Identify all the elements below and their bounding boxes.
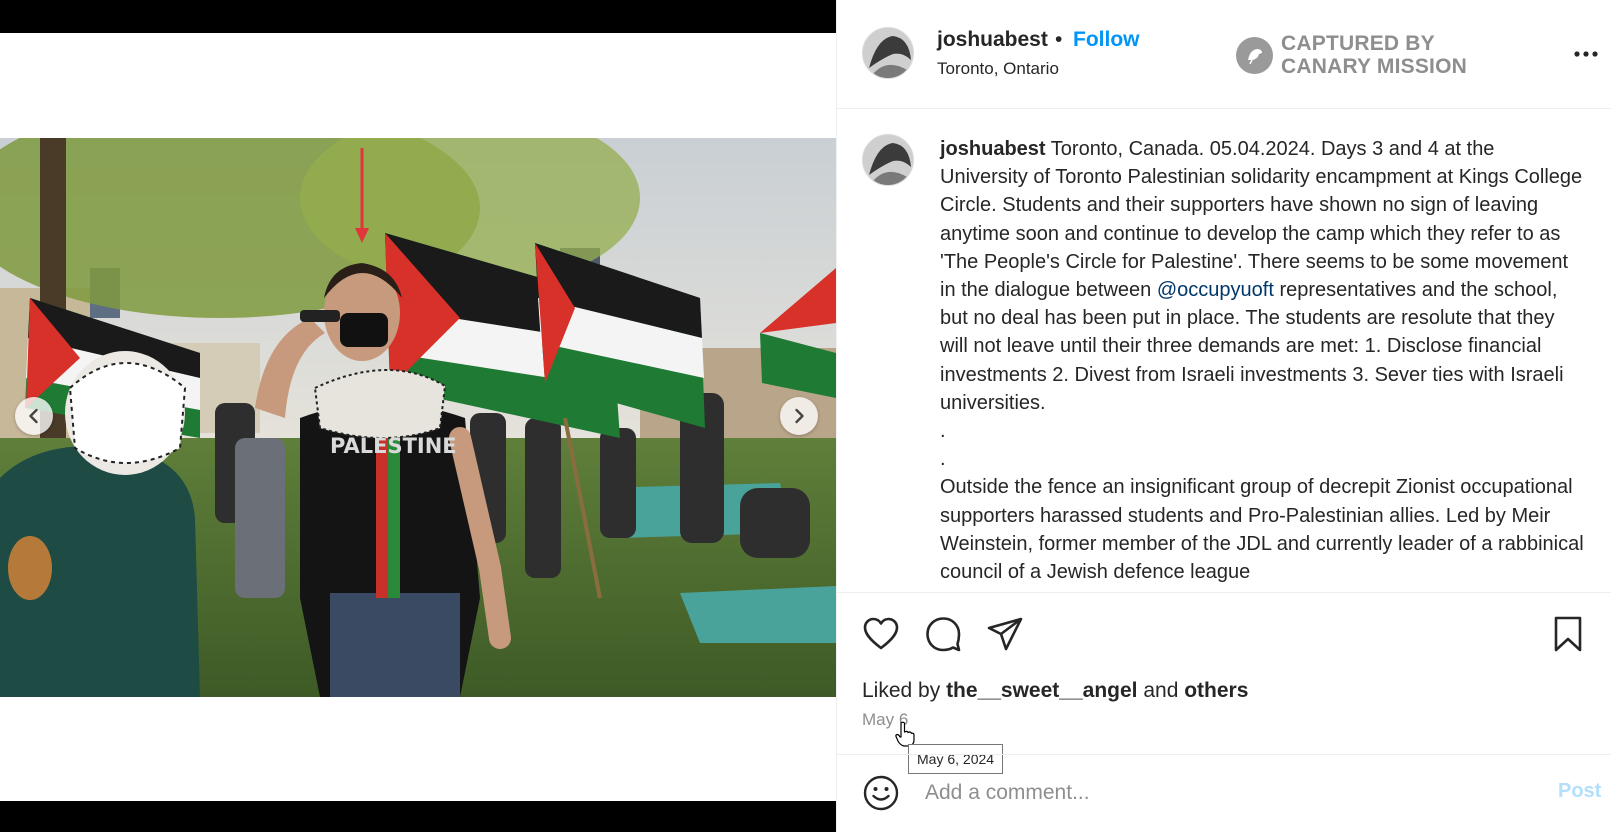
- author-avatar[interactable]: [862, 27, 914, 79]
- canary-watermark: CAPTURED BY CANARY MISSION: [1236, 32, 1467, 78]
- watermark-line1: CAPTURED BY: [1281, 32, 1435, 55]
- post-sidebar: joshuabest • Follow Toronto, Ontario CAP…: [836, 0, 1611, 832]
- caption-avatar[interactable]: [862, 134, 914, 186]
- liked-and: and: [1143, 679, 1179, 702]
- watermark-line2: CANARY MISSION: [1281, 55, 1467, 78]
- canary-bird-icon: [1236, 36, 1273, 74]
- comment-input[interactable]: [925, 775, 1525, 811]
- post-location[interactable]: Toronto, Ontario: [937, 59, 1059, 79]
- shirt-text: PALESTINE: [330, 434, 457, 458]
- follow-button[interactable]: Follow: [1073, 28, 1140, 52]
- liked-prefix: Liked by: [862, 679, 941, 702]
- previous-photo-button[interactable]: [15, 397, 53, 435]
- action-bar: Liked by the__sweet__angel and others Ma…: [837, 592, 1611, 774]
- media-pane: PALESTINE: [0, 0, 836, 832]
- author-username[interactable]: joshuabest: [937, 28, 1048, 52]
- separator-dot: •: [1055, 28, 1063, 51]
- caption-username[interactable]: joshuabest: [940, 138, 1046, 160]
- caption-dot-2: .: [940, 448, 946, 471]
- caption-text: joshuabest Toronto, Canada. 05.04.2024. …: [940, 135, 1585, 586]
- chevron-left-icon: [29, 408, 38, 424]
- post-photo[interactable]: PALESTINE: [0, 138, 836, 697]
- letterbox-top: [0, 0, 836, 33]
- liked-user-link[interactable]: the__sweet__angel: [946, 679, 1137, 702]
- caption-dot-1: .: [940, 420, 946, 443]
- mention-link[interactable]: @occupyuoft: [1157, 279, 1274, 301]
- more-horizontal-icon[interactable]: [1570, 38, 1602, 70]
- instagram-post-modal: PALESTINE joshuabest • Follow Toronto, O…: [0, 0, 1611, 832]
- letterbox-bottom: [0, 801, 836, 832]
- smiley-icon[interactable]: [862, 774, 900, 812]
- post-comment-button[interactable]: Post: [1558, 780, 1601, 803]
- next-photo-button[interactable]: [780, 397, 818, 435]
- caption-section: joshuabest Toronto, Canada. 05.04.2024. …: [837, 110, 1611, 592]
- caption-part1: Toronto, Canada. 05.04.2024. Days 3 and …: [940, 138, 1583, 302]
- paper-plane-icon[interactable]: [986, 615, 1024, 653]
- likes-summary: Liked by the__sweet__angel and others: [862, 679, 1248, 703]
- post-header: joshuabest • Follow Toronto, Ontario CAP…: [837, 0, 1611, 109]
- chevron-right-icon: [795, 408, 804, 424]
- heart-icon[interactable]: [862, 615, 900, 653]
- bookmark-icon[interactable]: [1549, 615, 1587, 653]
- liked-others-link[interactable]: others: [1184, 679, 1248, 702]
- comment-bar: Post: [837, 754, 1611, 832]
- comment-icon[interactable]: [924, 615, 962, 653]
